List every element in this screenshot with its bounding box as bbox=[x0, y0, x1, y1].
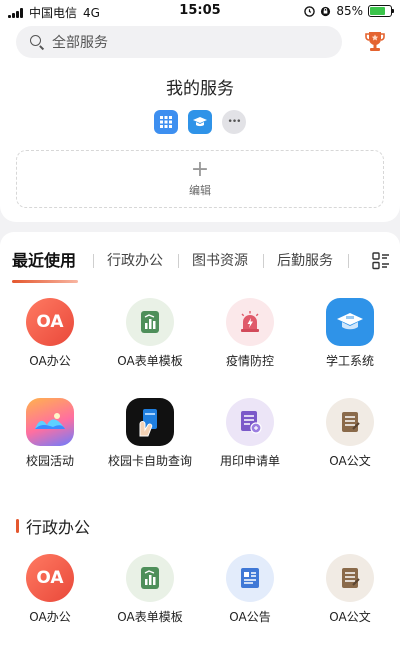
section-accent-bar bbox=[16, 519, 19, 533]
more-dots-icon: ••• bbox=[227, 117, 242, 127]
service-label: OA办公 bbox=[29, 610, 71, 624]
more-button[interactable]: ••• bbox=[222, 110, 246, 134]
grid-dots-icon bbox=[160, 116, 172, 128]
service-label: 校园活动 bbox=[25, 454, 74, 468]
graduation-cap-icon bbox=[193, 117, 207, 127]
top-panel: 全部服务 我的服务 ••• + 编辑 bbox=[0, 22, 400, 222]
service-label: OA办公 bbox=[29, 354, 71, 368]
tab-recent[interactable]: 最近使用 bbox=[12, 250, 76, 272]
edit-services-button[interactable]: + 编辑 bbox=[16, 150, 384, 208]
alarm-light-icon bbox=[226, 298, 274, 346]
edit-label: 编辑 bbox=[189, 184, 211, 197]
favorite-app-student[interactable] bbox=[188, 110, 212, 134]
service-label: OA公文 bbox=[329, 454, 371, 468]
section-admin-office-title: 行政办公 bbox=[16, 514, 90, 538]
service-oa-form[interactable]: OA表单模板 bbox=[100, 298, 200, 369]
form-chart-icon bbox=[126, 298, 174, 346]
stamp-document-icon bbox=[226, 398, 274, 446]
battery-icon bbox=[368, 5, 394, 17]
service-epidemic[interactable]: 疫情防控 bbox=[200, 298, 300, 369]
document-list-icon bbox=[326, 554, 374, 602]
graduation-cap-icon bbox=[326, 298, 374, 346]
service-oa-document[interactable]: OA公文 bbox=[300, 398, 400, 469]
tab-divider bbox=[93, 254, 94, 268]
tab-library[interactable]: 图书资源 bbox=[192, 250, 248, 272]
favorite-app-grid[interactable] bbox=[154, 110, 178, 134]
service-label: OA公文 bbox=[329, 610, 371, 624]
section-title-text: 行政办公 bbox=[26, 518, 91, 537]
category-list-icon[interactable] bbox=[372, 252, 390, 270]
service-label: OA表单模板 bbox=[117, 610, 183, 624]
service-label: OA表单模板 bbox=[117, 354, 183, 368]
search-bar[interactable]: 全部服务 bbox=[16, 26, 342, 58]
oa-badge-icon: OA bbox=[26, 298, 74, 346]
service-oa-office[interactable]: OA OA办公 bbox=[0, 298, 100, 369]
service-oa-office[interactable]: OA OA办公 bbox=[0, 554, 100, 625]
service-label: 用印申请单 bbox=[219, 454, 280, 468]
service-student-system[interactable]: 学工系统 bbox=[300, 298, 400, 369]
trophy-icon[interactable] bbox=[364, 30, 386, 54]
service-oa-document[interactable]: OA公文 bbox=[300, 554, 400, 625]
active-tab-indicator bbox=[12, 280, 78, 283]
tab-divider bbox=[348, 254, 349, 268]
battery-percent: 85% bbox=[336, 4, 363, 18]
notice-icon bbox=[226, 554, 274, 602]
service-label: OA公告 bbox=[229, 610, 271, 624]
search-placeholder: 全部服务 bbox=[52, 35, 108, 51]
service-campus-card[interactable]: 校园卡自助查询 bbox=[100, 398, 200, 469]
service-campus-activity[interactable]: 校园活动 bbox=[0, 398, 100, 469]
category-tabs: 最近使用 行政办公 图书资源 后勤服务 bbox=[0, 250, 400, 280]
service-oa-form[interactable]: OA表单模板 bbox=[100, 554, 200, 625]
my-services-icons: ••• bbox=[0, 110, 400, 134]
tab-logistics[interactable]: 后勤服务 bbox=[277, 250, 333, 272]
battery-fill bbox=[370, 7, 386, 15]
service-label: 校园卡自助查询 bbox=[107, 454, 192, 468]
landscape-icon bbox=[26, 398, 74, 446]
form-chart-icon bbox=[126, 554, 174, 602]
tab-divider bbox=[178, 254, 179, 268]
status-right: 85% bbox=[304, 4, 394, 18]
alarm-clock-icon bbox=[304, 5, 316, 17]
tab-admin-office[interactable]: 行政办公 bbox=[107, 250, 163, 272]
search-icon bbox=[30, 35, 44, 49]
tab-divider bbox=[263, 254, 264, 268]
services-panel: 最近使用 行政办公 图书资源 后勤服务 OA OA办公 OA表单模板 疫情防控 bbox=[0, 232, 400, 662]
service-label: 疫情防控 bbox=[225, 354, 274, 368]
document-list-icon bbox=[326, 398, 374, 446]
service-seal-application[interactable]: 用印申请单 bbox=[200, 398, 300, 469]
card-hand-icon bbox=[126, 398, 174, 446]
plus-icon: + bbox=[190, 157, 210, 182]
my-services-title: 我的服务 bbox=[166, 79, 234, 99]
orientation-lock-icon bbox=[321, 6, 331, 16]
status-bar: 中国电信 4G 15:05 85% bbox=[0, 0, 400, 22]
service-label: 学工系统 bbox=[325, 354, 374, 368]
oa-badge-icon: OA bbox=[26, 554, 74, 602]
service-oa-notice[interactable]: OA公告 bbox=[200, 554, 300, 625]
